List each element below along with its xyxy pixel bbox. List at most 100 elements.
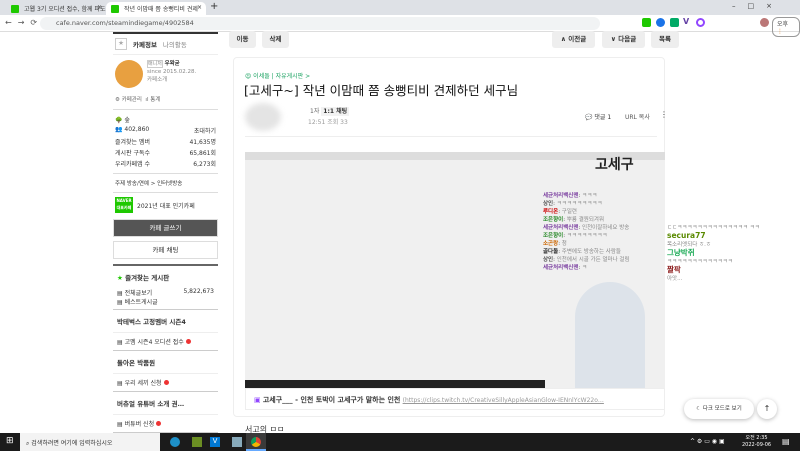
chat-message: 세균처리백신맨: 인천이잘하네요 방송 [543, 225, 630, 231]
clock[interactable]: 오전 2:35 2022-09-06 [742, 435, 771, 449]
dark-mode-button[interactable]: ☾ 다크 모드로 보기 [684, 399, 754, 419]
link-preview[interactable]: ▣ 고세구___ - 인천 토박이 고세구가 말하는 인천 (https://c… [245, 388, 665, 410]
url-copy-button[interactable]: URL 복사 [625, 112, 650, 121]
extension-icon[interactable] [642, 18, 651, 27]
post-meta: 12:51 조회 33 [308, 119, 348, 126]
tab-cafe-info[interactable]: 카페정보 [133, 39, 157, 49]
inner-taskbar [245, 380, 545, 388]
board-count: 5,822,673 [183, 288, 214, 295]
more-icon[interactable]: ⋮ [660, 110, 668, 119]
scroll-top-button[interactable]: ↑ [757, 399, 777, 419]
write-post-button[interactable]: 카페 글쓰기 [113, 219, 218, 237]
minecraft-icon[interactable] [192, 437, 202, 447]
chat-button[interactable]: 1:1 채팅 [321, 107, 350, 116]
member-count: 402,860 [124, 126, 150, 133]
close-icon[interactable]: × [197, 4, 202, 11]
chat-text: 뿌룡 결원되겨뭐 [566, 217, 605, 223]
board-all[interactable]: ▤ 전체글보기 [117, 288, 152, 297]
chat-text: 아앗... [667, 276, 683, 282]
cafe-chat-button[interactable]: 카페 채팅 [113, 241, 218, 259]
avatar[interactable] [760, 18, 769, 27]
extension-icon[interactable] [656, 18, 665, 27]
streamer-logo: 고세구 [595, 157, 634, 173]
extension-icon[interactable] [670, 18, 679, 27]
window-controls[interactable]: –□× [732, 2, 784, 10]
author-avatar-blurred [245, 103, 281, 131]
new-tab-icon[interactable]: + [210, 1, 218, 12]
invite-link[interactable]: 초대하기 [194, 126, 216, 135]
video-screenshot[interactable]: 고세구 세균처리백신맨: ㅋㅋㅋ 상인: ㅋㅋㅋㅋㅋㅋㅋㅋㅋ 루디온: 구일련 조은향… [245, 152, 665, 388]
chat-message: 세균처리백신맨: ㅋ [543, 265, 588, 271]
stream-chat: 세균처리백신맨: ㅋㅋㅋ 상인: ㅋㅋㅋㅋㅋㅋㅋㅋㅋ 루디온: 구일련 조은향이: 뿌… [543, 192, 663, 272]
url-input[interactable]: cafe.naver.com/steamindiegame/4902584 [40, 17, 600, 30]
app-members-label: 우리카페앱 수 [115, 161, 151, 168]
vegas-icon[interactable]: V [210, 437, 220, 447]
fav-members-count: 41,635명 [189, 139, 216, 146]
date: 2022-09-06 [742, 442, 772, 448]
chat-user: 골다돌 [543, 249, 559, 255]
cafe-favicon [111, 5, 119, 13]
stats-link[interactable]: 통계 [150, 97, 160, 103]
tab-title: 작년 이맘때 쯤 송뻥티비 견제 [124, 6, 198, 13]
chat-text: ㅋ [582, 265, 588, 271]
cafe-manage-link[interactable]: 카페관리 [122, 97, 142, 103]
tab-1[interactable]: 고웹 3기 오디션 접수, 함께 파도 × [6, 2, 106, 15]
cafe-intro-link[interactable]: 카페소개 [147, 77, 167, 83]
chat-text: 인천이잘하네요 방송 [582, 225, 630, 231]
board-subs-count: 65,861회 [189, 150, 216, 157]
nav-buttons[interactable]: ←→⟳ [5, 18, 43, 27]
chat-user: 짤팍 [667, 265, 681, 274]
next-post-button[interactable]: ∨ 다음글 [602, 31, 645, 48]
board-item[interactable]: ▤ 고멤 시즌4 오디션 접수 [113, 332, 218, 350]
tab-my-activity[interactable]: 나의활동 [163, 39, 187, 49]
system-tray-icons[interactable]: ^ ⚙ ▭ ◉ ▣ [690, 438, 725, 445]
delete-button[interactable]: 삭제 [262, 31, 289, 48]
chat-user: 루디온 [543, 209, 559, 215]
fav-boards-header[interactable]: ★ 즐겨찾는 게시판 [113, 264, 218, 288]
tab-bar: 고웹 3기 오디션 접수, 함께 파도 × 작년 이맘때 쯤 송뻥티비 견제 × +… [0, 0, 800, 15]
naver-badge: NAVER 대표카페 [115, 197, 133, 213]
board-label: 우리 세끼 신청 [124, 380, 162, 387]
list-button[interactable]: 목록 [651, 31, 679, 48]
notepad-icon[interactable] [232, 437, 242, 447]
chat-message: 상인: 인천에서 시골 가든 얼마나 걸림 [543, 257, 630, 263]
sidebar: ★ 카페정보 나의활동 매니저 우왁굳 since 2015.02.28. 카페… [113, 32, 218, 455]
board-item[interactable]: ▤ 버튜버 신청 [113, 414, 218, 432]
tab-title: 고웹 3기 오디션 접수, 함께 파도 [24, 6, 106, 13]
fav-members-label: 즐겨찾는 멤버 [115, 139, 151, 146]
extension-icon[interactable] [696, 18, 705, 27]
chat-text: ㅋㅋㅋㅋㅋㅋㅋㅋ [566, 233, 608, 239]
prev-post-button[interactable]: ∧ 이전글 [552, 31, 595, 48]
board-item[interactable]: ▤ 우리 세끼 신청 [113, 373, 218, 391]
taskbar-search[interactable]: ⌕ 검색하려면 여기에 입력하십시오 [20, 433, 160, 451]
post-title: [고세구~] 작년 이맘때 쯤 송뻥티비 견제하던 세구님 [244, 83, 519, 98]
tab-2[interactable]: 작년 이맘때 쯤 송뻥티비 견제 × [106, 2, 206, 15]
chat-message: secura77 목소리엣되다 ㅎ.ㅎ [667, 232, 792, 249]
level: 🌳 숲 [115, 117, 130, 124]
link-url[interactable]: (https://clips.twitch.tv/CreativeSillyAp… [403, 397, 604, 404]
cafe-topic[interactable]: 주제 방송/연예 > 인터넷방송 [113, 173, 218, 192]
edge-icon[interactable] [170, 437, 180, 447]
chat-user: 조은향이 [543, 233, 564, 239]
chat-text: 구일련 [561, 209, 577, 215]
comments-link[interactable]: 💬 댓글 1 [585, 112, 611, 121]
since-date: since 2015.02.28. [147, 69, 197, 75]
link-title: 고세구___ - 인천 토박이 고세구가 말하는 인천 [262, 396, 401, 404]
board-best[interactable]: ▤ 베스트게시글 [117, 297, 158, 306]
notification-icon[interactable]: ▤ [782, 437, 790, 446]
move-button[interactable]: 이동 [229, 31, 256, 48]
fav-boards-label: 즐겨찾는 게시판 [125, 274, 170, 282]
chrome-taskbar-button[interactable] [246, 433, 266, 451]
profile-button[interactable]: 오후 ⋮ [772, 17, 800, 37]
manager-name[interactable]: 우왁굳 [165, 61, 180, 67]
twitch-extension-icon[interactable]: V [683, 17, 689, 26]
level-text: 숲 [124, 117, 130, 124]
close-icon[interactable]: × [97, 4, 102, 11]
board-link[interactable]: 😍 이세돌 | 자유게시판 > [245, 71, 310, 80]
chat-message: 그냥박쥐 ㅋㅋㅋㅋㅋㅋㅋㅋㅋㅋㅋㅋㅋ [667, 249, 792, 266]
board-name: 이세돌 | 자유게시판 > [253, 73, 311, 80]
windows-start-icon[interactable]: ⊞ [6, 436, 14, 446]
board-label: 버튜버 신청 [124, 421, 155, 428]
star-icon[interactable]: ★ [115, 38, 127, 50]
chat-message: 상인: ㅋㅋㅋㅋㅋㅋㅋㅋㅋ [543, 201, 603, 207]
